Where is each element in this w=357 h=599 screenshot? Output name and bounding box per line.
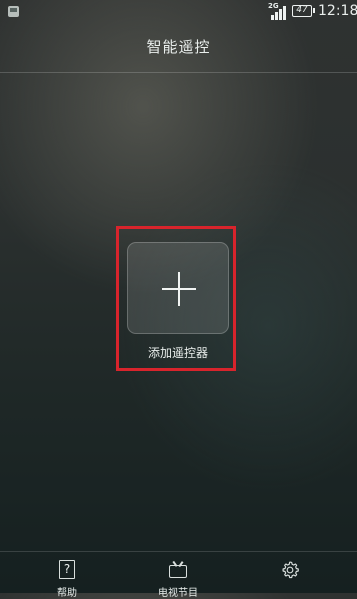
notification-app-icon: [8, 6, 19, 17]
bottom-nav-divider: [0, 551, 357, 552]
status-bar: 2G 47 12:18: [0, 0, 357, 24]
nav-item-tv-programs-label: 电视节目: [158, 588, 198, 599]
battery-icon: 47: [292, 5, 315, 17]
help-icon: ?: [59, 560, 75, 579]
tv-icon: [168, 560, 188, 580]
header-divider: [0, 72, 357, 73]
nav-item-help[interactable]: ? 帮助: [27, 558, 107, 599]
page-title: 智能遥控: [146, 38, 211, 56]
status-clock: 12:18: [318, 3, 357, 19]
nav-item-tv-programs[interactable]: 电视节目: [138, 558, 218, 599]
add-remote-button[interactable]: [127, 242, 229, 334]
network-type: 2G: [268, 2, 279, 10]
battery-level: 47: [296, 5, 308, 15]
plus-icon: [162, 272, 196, 306]
nav-item-help-label: 帮助: [57, 588, 77, 599]
signal-icon: 2G: [268, 2, 286, 20]
nav-item-settings[interactable]: [250, 558, 330, 598]
gear-icon: [280, 560, 300, 580]
add-remote-label[interactable]: 添加遥控器: [116, 344, 240, 361]
